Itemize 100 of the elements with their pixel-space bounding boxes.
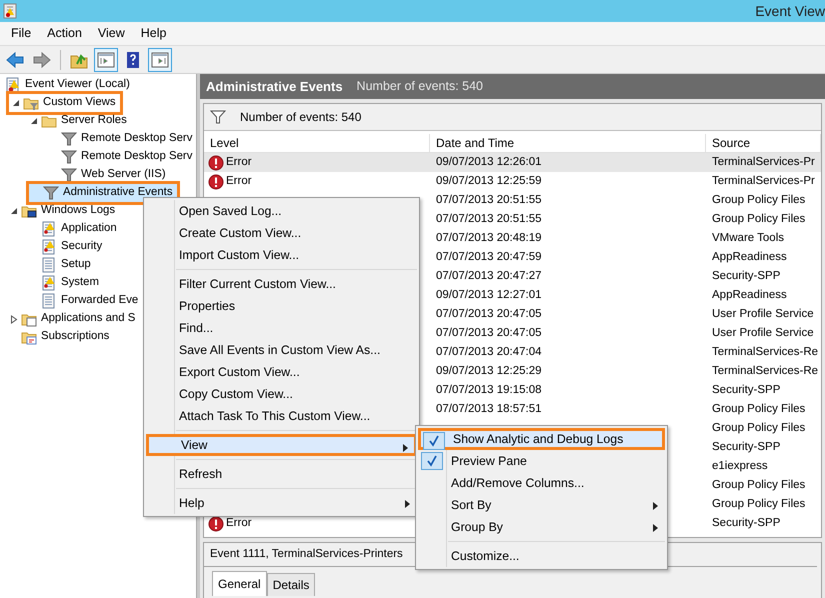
table-cell-text: 07/07/2013 20:47:05 [435, 326, 543, 341]
menu-label: Export Custom View... [179, 364, 300, 381]
menu-item[interactable]: Help [132, 24, 174, 43]
collapse-arrow-icon[interactable] [30, 117, 38, 125]
log-warning-icon [41, 275, 57, 291]
menu-label: Preview Pane [451, 452, 527, 470]
column-header[interactable]: Date and Time [430, 134, 706, 152]
tree-label: Applications and S [41, 311, 136, 326]
error-icon [208, 154, 224, 170]
error-icon [208, 516, 224, 532]
expand-arrow-icon[interactable] [10, 314, 18, 324]
collapse-arrow-icon[interactable] [12, 99, 20, 107]
table-cell-text: TerminalServices-Re [711, 345, 820, 360]
tab[interactable]: Details [266, 573, 316, 596]
funnel-icon [61, 131, 77, 147]
tree-item[interactable]: Remote Desktop Serv [46, 130, 196, 148]
menu-item[interactable]: Properties [146, 295, 417, 317]
menu-item[interactable]: Filter Current Custom View... [146, 273, 417, 295]
table-cell-text: AppReadiness [711, 250, 788, 265]
table-cell-text: e1iexpress [711, 459, 769, 474]
table-cell-text: 07/07/2013 20:47:04 [435, 345, 543, 360]
menu-label: Add/Remove Columns... [451, 474, 584, 492]
menu-item[interactable]: Action [39, 24, 90, 43]
menu-item[interactable]: Import Custom View... [146, 244, 417, 266]
tree-label: Forwarded Eve [61, 293, 138, 308]
menu-item[interactable]: File [3, 24, 40, 43]
column-header[interactable]: Level [204, 134, 430, 152]
tree-item[interactable]: Forwarded Eve [26, 292, 144, 310]
tree-label: Security [61, 239, 102, 254]
tree-item[interactable]: Security [26, 238, 108, 256]
log-icon [41, 293, 57, 309]
menu-item[interactable]: Help [146, 492, 417, 514]
table-cell-text: Group Policy Files [711, 402, 806, 417]
submenu-arrow-icon [653, 502, 658, 510]
action-pane-button[interactable] [148, 48, 172, 72]
table-cell-text: Group Policy Files [711, 421, 806, 436]
tree-item[interactable]: Administrative Events [26, 181, 180, 205]
menu-item[interactable]: Group By [418, 516, 665, 538]
tree-item[interactable]: System [26, 274, 104, 292]
menu-item[interactable]: View [146, 434, 417, 456]
app-icon [3, 3, 17, 19]
menu-item[interactable]: Sort By [418, 494, 665, 516]
tree-pane-button[interactable] [94, 48, 118, 72]
menu-item[interactable]: Customize... [418, 545, 665, 567]
tree-item[interactable]: Application [26, 220, 122, 238]
table-cell-text: Security-SPP [711, 269, 782, 284]
menu-item[interactable]: Preview Pane [418, 450, 665, 472]
window-title: Event View [755, 2, 825, 20]
menu-item[interactable]: Export Custom View... [146, 361, 417, 383]
tab[interactable]: General [212, 571, 267, 596]
menu-label: Copy Custom View... [179, 386, 293, 403]
funnel-icon [61, 149, 77, 165]
log-warning-icon [41, 239, 57, 255]
tree-item[interactable]: Windows Logs [6, 202, 120, 220]
menu-label: Customize... [451, 548, 520, 565]
table-cell-text: Error [226, 516, 252, 531]
menu-item[interactable]: Attach Task To This Custom View... [146, 405, 417, 427]
table-cell-text: User Profile Service [711, 326, 815, 341]
column-header[interactable]: Source [706, 134, 821, 152]
table-cell-text: 09/07/2013 12:27:01 [435, 288, 543, 303]
tree-item[interactable]: Event Viewer (Local) [4, 76, 135, 94]
menu-label: Find... [179, 320, 214, 337]
menu-item[interactable]: Save All Events in Custom View As... [146, 339, 417, 361]
table-cell-text: VMware Tools [711, 231, 786, 246]
pane-title: Administrative Events [206, 78, 343, 96]
menu-label: Help [179, 494, 204, 512]
checkmark-icon [426, 455, 438, 467]
menu-item[interactable]: Find... [146, 317, 417, 339]
table-cell-text: 07/07/2013 20:47:27 [435, 269, 543, 284]
forward-arrow-icon [32, 50, 52, 70]
table-cell-text: Security-SPP [711, 516, 782, 531]
menu-item[interactable]: Copy Custom View... [146, 383, 417, 405]
table-cell-text: Group Policy Files [711, 497, 806, 512]
funnel-icon [43, 185, 59, 201]
tree-item[interactable]: Subscriptions [6, 328, 114, 346]
table-cell-text: Security-SPP [711, 383, 782, 398]
menu-item[interactable]: Refresh [146, 463, 417, 485]
menu-item[interactable]: Add/Remove Columns... [418, 472, 665, 494]
tree-item[interactable]: Applications and S [6, 310, 140, 328]
checkmark-icon [428, 435, 440, 447]
table-cell-text: TerminalServices-Pr [711, 155, 816, 170]
table-cell-text: 07/07/2013 19:15:08 [435, 383, 543, 398]
submenu-arrow-icon [653, 524, 658, 532]
menu-item[interactable]: Show Analytic and Debug Logs [418, 428, 665, 450]
event-count: Number of events: 540 [240, 109, 362, 126]
tree-label: Application [61, 221, 117, 236]
tree-item[interactable]: Web Server (IIS) [46, 166, 171, 184]
tree-item[interactable]: Setup [26, 256, 96, 274]
menu-item[interactable]: Create Custom View... [146, 222, 417, 244]
table-cell-text: AppReadiness [711, 288, 788, 303]
collapse-arrow-icon[interactable] [10, 207, 18, 215]
table-cell-text: TerminalServices-Re [711, 364, 820, 379]
tree-item[interactable]: Custom Views [6, 91, 123, 115]
tree-item[interactable]: Remote Desktop Serv [46, 148, 196, 166]
table-cell-text: 07/07/2013 20:47:05 [435, 307, 543, 322]
tree-item[interactable]: Server Roles [26, 112, 132, 130]
tree-label: Subscriptions [41, 329, 110, 344]
menu-item[interactable]: View [90, 24, 133, 43]
log-icon [41, 257, 57, 273]
event-log-icon [5, 77, 21, 93]
